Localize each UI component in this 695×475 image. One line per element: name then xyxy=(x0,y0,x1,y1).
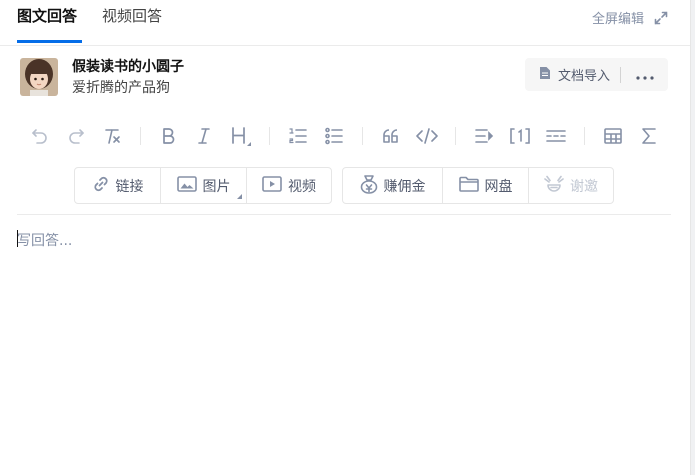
author-name[interactable]: 假装读书的小圆子 xyxy=(72,56,184,76)
commission-icon xyxy=(360,174,378,198)
avatar[interactable] xyxy=(20,58,58,96)
editor-placeholder: 写回答... xyxy=(17,233,73,249)
document-import-panel: 文档导入 xyxy=(525,58,668,91)
insert-image-button[interactable]: 图片 xyxy=(161,168,247,203)
tab-video-answer[interactable]: 视频回答 xyxy=(102,5,162,27)
footnote-icon[interactable] xyxy=(508,124,532,148)
link-icon xyxy=(92,175,110,197)
line-spacing-icon[interactable] xyxy=(472,124,496,148)
more-options-button[interactable] xyxy=(621,58,668,91)
insert-video-label: 视频 xyxy=(288,178,316,195)
insert-link-button[interactable]: 链接 xyxy=(75,168,161,203)
table-icon[interactable] xyxy=(601,124,625,148)
scrollbar-strip[interactable] xyxy=(690,0,695,475)
invite-button[interactable]: 谢邀 xyxy=(529,168,613,203)
netdisk-button[interactable]: 网盘 xyxy=(443,168,529,203)
answer-editor[interactable]: 写回答... xyxy=(17,225,671,455)
formula-icon[interactable] xyxy=(637,124,661,148)
bullet-list-icon[interactable] xyxy=(322,124,346,148)
commission-button[interactable]: 赚佣金 xyxy=(343,168,443,203)
fullscreen-edit-button[interactable]: 全屏编辑 xyxy=(592,8,668,27)
italic-icon[interactable] xyxy=(192,124,216,148)
invite-label: 谢邀 xyxy=(570,178,598,195)
author-bio: 爱折腾的产品狗 xyxy=(72,80,170,96)
commission-label: 赚佣金 xyxy=(383,178,426,195)
quote-icon[interactable] xyxy=(379,124,403,148)
insert-media-group: 链接 图片 视频 xyxy=(74,167,332,204)
document-icon xyxy=(539,66,551,84)
document-import-button[interactable]: 文档导入 xyxy=(525,58,610,91)
image-icon xyxy=(176,175,197,196)
fullscreen-edit-label: 全屏编辑 xyxy=(591,12,644,27)
format-toolbar xyxy=(0,124,690,148)
image-dropdown-indicator xyxy=(237,194,242,199)
insert-extra-group: 赚佣金 网盘 谢邀 xyxy=(342,167,614,204)
tab-image-text-answer[interactable]: 图文回答 xyxy=(17,5,77,27)
video-icon xyxy=(262,175,282,196)
divider-line-icon[interactable] xyxy=(544,124,568,148)
document-import-label: 文档导入 xyxy=(558,69,611,84)
toolbar-separator xyxy=(455,127,456,145)
more-dots-icon xyxy=(635,65,654,84)
insert-image-label: 图片 xyxy=(202,178,231,195)
toolbar-separator xyxy=(584,127,585,145)
insert-video-button[interactable]: 视频 xyxy=(247,168,331,203)
bold-icon[interactable] xyxy=(156,124,180,148)
toolbar-separator xyxy=(269,127,270,145)
toolbar-separator xyxy=(362,127,363,145)
ordered-list-icon[interactable] xyxy=(286,124,310,148)
undo-icon[interactable] xyxy=(28,124,52,148)
insert-link-label: 链接 xyxy=(115,178,144,195)
expand-icon xyxy=(654,11,668,25)
active-tab-indicator xyxy=(17,40,82,43)
toolbar-separator xyxy=(140,127,141,145)
heading-icon[interactable] xyxy=(229,124,253,148)
answer-tabs: 图文回答 视频回答 全屏编辑 xyxy=(0,0,690,46)
author-info: 假装读书的小圆子 爱折腾的产品狗 文档导入 xyxy=(0,46,690,106)
redo-icon[interactable] xyxy=(64,124,88,148)
code-icon[interactable] xyxy=(415,124,439,148)
clear-format-icon[interactable] xyxy=(100,124,124,148)
folder-icon xyxy=(458,176,479,196)
invite-icon xyxy=(544,175,564,197)
netdisk-label: 网盘 xyxy=(484,178,513,195)
editor-divider xyxy=(17,214,671,215)
